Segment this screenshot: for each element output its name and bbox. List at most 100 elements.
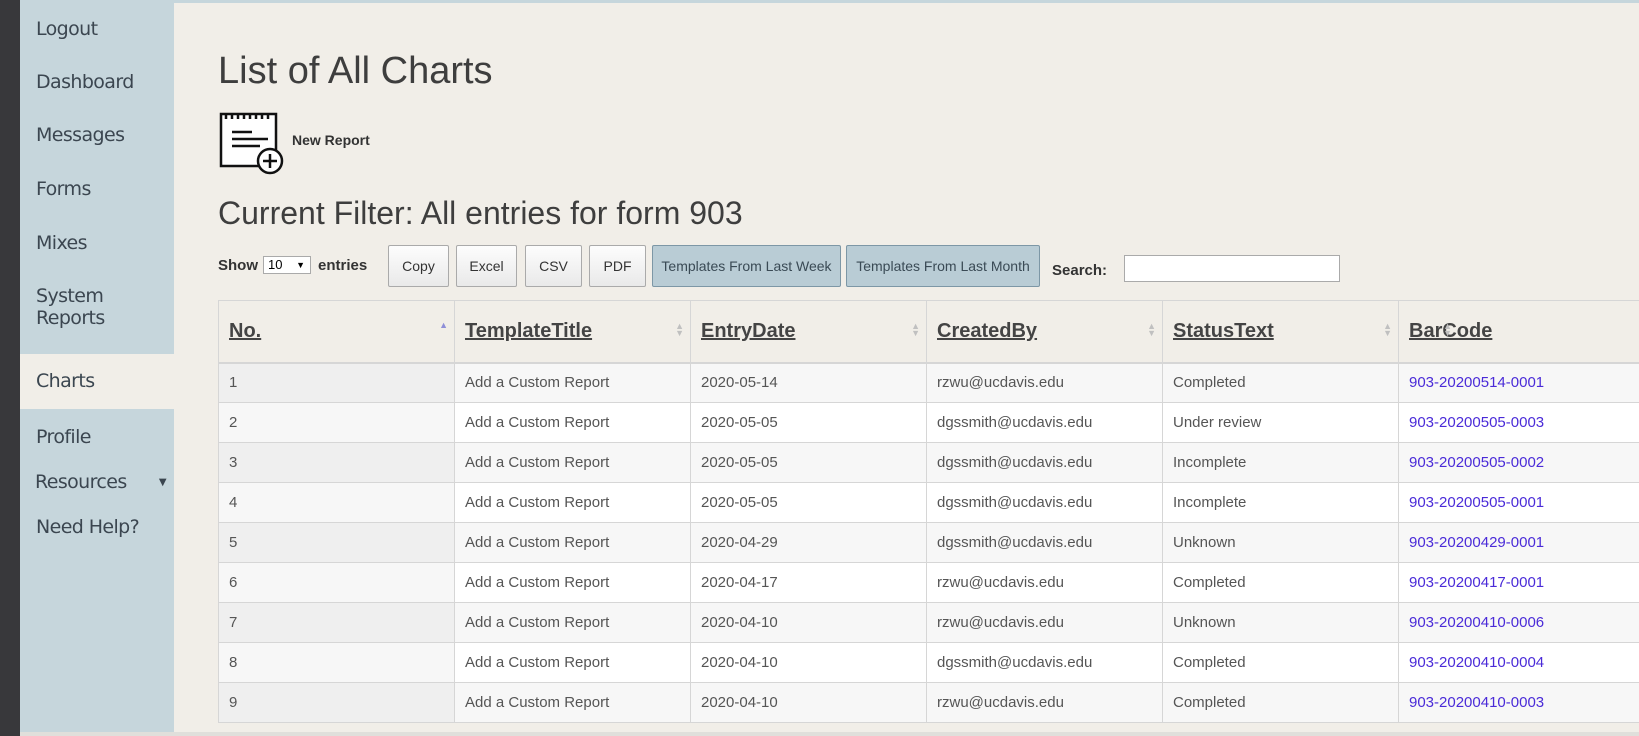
cell-barcode: 903-20200505-0002 bbox=[1398, 442, 1639, 483]
column-header-createdby[interactable]: CreatedBy ▲ ▼ bbox=[926, 300, 1163, 364]
templates-last-week-button[interactable]: Templates From Last Week bbox=[652, 245, 841, 287]
cell-template-title: Add a Custom Report bbox=[454, 362, 691, 403]
csv-button[interactable]: CSV bbox=[525, 245, 582, 287]
sidebar-item-label: System Reports bbox=[36, 285, 105, 329]
page-title: List of All Charts bbox=[218, 50, 493, 92]
cell-entry-date: 2020-04-10 bbox=[690, 682, 927, 723]
cell-no: 8 bbox=[218, 642, 455, 683]
search-label: Search: bbox=[1052, 262, 1108, 279]
cell-status: Unknown bbox=[1162, 522, 1399, 563]
sidebar-item-charts[interactable]: Charts bbox=[20, 354, 174, 409]
column-header-templatetitle[interactable]: TemplateTitle ▲ ▼ bbox=[454, 300, 691, 364]
cell-created-by: rzwu@ucdavis.edu bbox=[926, 602, 1163, 643]
table-header-row: No. ▲ TemplateTitle ▲ ▼ EntryDate ▲ ▼ Created… bbox=[218, 300, 1639, 364]
barcode-link[interactable]: 903-20200429-0001 bbox=[1409, 534, 1544, 551]
barcode-link[interactable]: 903-20200505-0002 bbox=[1409, 454, 1544, 471]
page-size-value: 10 bbox=[268, 257, 283, 272]
entries-label: entries bbox=[318, 257, 368, 274]
main-content: List of All Charts New Report Current Fi… bbox=[174, 0, 1639, 732]
cell-barcode: 903-20200429-0001 bbox=[1398, 522, 1639, 563]
sidebar-item-mixes[interactable]: Mixes bbox=[20, 232, 174, 258]
column-header-label: CreatedBy bbox=[937, 319, 1038, 342]
cell-status: Incomplete bbox=[1162, 442, 1399, 483]
cell-template-title: Add a Custom Report bbox=[454, 682, 691, 723]
cell-status: Completed bbox=[1162, 562, 1399, 603]
cell-template-title: Add a Custom Report bbox=[454, 442, 691, 483]
cell-created-by: dgssmith@ucdavis.edu bbox=[926, 642, 1163, 683]
search-input[interactable] bbox=[1124, 255, 1340, 282]
cell-no: 2 bbox=[218, 402, 455, 443]
barcode-link[interactable]: 903-20200505-0001 bbox=[1409, 494, 1544, 511]
table-row: 3 Add a Custom Report 2020-05-05 dgssmit… bbox=[218, 442, 1639, 483]
sidebar-item-label: Dashboard bbox=[36, 71, 134, 93]
cell-entry-date: 2020-04-10 bbox=[690, 602, 927, 643]
cell-created-by: rzwu@ucdavis.edu bbox=[926, 362, 1163, 403]
cell-created-by: dgssmith@ucdavis.edu bbox=[926, 442, 1163, 483]
cell-template-title: Add a Custom Report bbox=[454, 482, 691, 523]
barcode-link[interactable]: 903-20200505-0003 bbox=[1409, 414, 1544, 431]
barcode-link[interactable]: 903-20200514-0001 bbox=[1409, 374, 1544, 391]
copy-button[interactable]: Copy bbox=[388, 245, 449, 287]
cell-barcode: 903-20200505-0001 bbox=[1398, 482, 1639, 523]
sidebar-item-forms[interactable]: Forms bbox=[20, 178, 174, 204]
barcode-link[interactable]: 903-20200410-0004 bbox=[1409, 654, 1544, 671]
column-header-label: EntryDate bbox=[701, 319, 796, 342]
cell-status: Incomplete bbox=[1162, 482, 1399, 523]
cell-template-title: Add a Custom Report bbox=[454, 402, 691, 443]
sidebar-item-messages[interactable]: Messages bbox=[20, 124, 174, 150]
sidebar-item-label: Need Help? bbox=[36, 516, 140, 538]
sidebar-item-dashboard[interactable]: Dashboard bbox=[20, 71, 174, 97]
sidebar-item-profile[interactable]: Profile bbox=[20, 426, 174, 452]
sidebar-item-label: Messages bbox=[36, 124, 125, 146]
sidebar-item-resources[interactable]: Resources ▼ bbox=[20, 471, 174, 497]
cell-created-by: dgssmith@ucdavis.edu bbox=[926, 482, 1163, 523]
cell-template-title: Add a Custom Report bbox=[454, 642, 691, 683]
dropdown-arrow-icon: ▼ bbox=[296, 260, 305, 270]
sidebar-item-label: Resources bbox=[35, 471, 127, 493]
cell-template-title: Add a Custom Report bbox=[454, 602, 691, 643]
excel-button[interactable]: Excel bbox=[456, 245, 517, 287]
cell-no: 6 bbox=[218, 562, 455, 603]
pdf-button[interactable]: PDF bbox=[589, 245, 646, 287]
sidebar-item-label: Charts bbox=[36, 370, 95, 392]
cell-entry-date: 2020-05-14 bbox=[690, 362, 927, 403]
sidebar-item-label: Mixes bbox=[36, 232, 88, 254]
page-size-select[interactable]: 10 ▼ bbox=[263, 256, 311, 274]
cell-status: Completed bbox=[1162, 362, 1399, 403]
sidebar-item-need-help[interactable]: Need Help? bbox=[20, 516, 174, 542]
cell-template-title: Add a Custom Report bbox=[454, 522, 691, 563]
cell-status: Unknown bbox=[1162, 602, 1399, 643]
column-header-entrydate[interactable]: EntryDate ▲ ▼ bbox=[690, 300, 927, 364]
barcode-link[interactable]: 903-20200417-0001 bbox=[1409, 574, 1544, 591]
cell-entry-date: 2020-04-17 bbox=[690, 562, 927, 603]
sidebar-item-label: Forms bbox=[36, 178, 91, 200]
window-edge bbox=[0, 0, 20, 736]
bottom-border bbox=[20, 732, 1639, 736]
table-row: 6 Add a Custom Report 2020-04-17 rzwu@uc… bbox=[218, 562, 1639, 603]
sidebar-item-system-reports[interactable]: System Reports bbox=[20, 285, 130, 329]
cell-no: 9 bbox=[218, 682, 455, 723]
sort-icon: ▲ ▼ bbox=[675, 321, 684, 338]
templates-last-month-button[interactable]: Templates From Last Month bbox=[846, 245, 1040, 287]
sidebar-item-logout[interactable]: Logout bbox=[20, 18, 174, 44]
column-header-barcode[interactable]: BarCode ▲ ▼ bbox=[1398, 300, 1639, 364]
cell-status: Under review bbox=[1162, 402, 1399, 443]
barcode-link[interactable]: 903-20200410-0006 bbox=[1409, 614, 1544, 631]
sort-icon: ▲ ▼ bbox=[1147, 321, 1156, 338]
barcode-link[interactable]: 903-20200410-0003 bbox=[1409, 694, 1544, 711]
sort-icon: ▲ ▼ bbox=[911, 321, 920, 338]
column-header-label: No. bbox=[229, 319, 262, 342]
show-label: Show bbox=[218, 257, 258, 274]
sidebar-item-label: Profile bbox=[36, 426, 91, 448]
cell-entry-date: 2020-05-05 bbox=[690, 482, 927, 523]
column-header-no[interactable]: No. ▲ bbox=[218, 300, 455, 364]
cell-entry-date: 2020-05-05 bbox=[690, 402, 927, 443]
cell-barcode: 903-20200410-0006 bbox=[1398, 602, 1639, 643]
cell-no: 4 bbox=[218, 482, 455, 523]
column-header-statustext[interactable]: StatusText ▲ ▼ bbox=[1162, 300, 1399, 364]
new-report-button[interactable]: New Report bbox=[218, 110, 370, 176]
cell-barcode: 903-20200514-0001 bbox=[1398, 362, 1639, 403]
cell-status: Completed bbox=[1162, 682, 1399, 723]
cell-created-by: rzwu@ucdavis.edu bbox=[926, 682, 1163, 723]
cell-template-title: Add a Custom Report bbox=[454, 562, 691, 603]
